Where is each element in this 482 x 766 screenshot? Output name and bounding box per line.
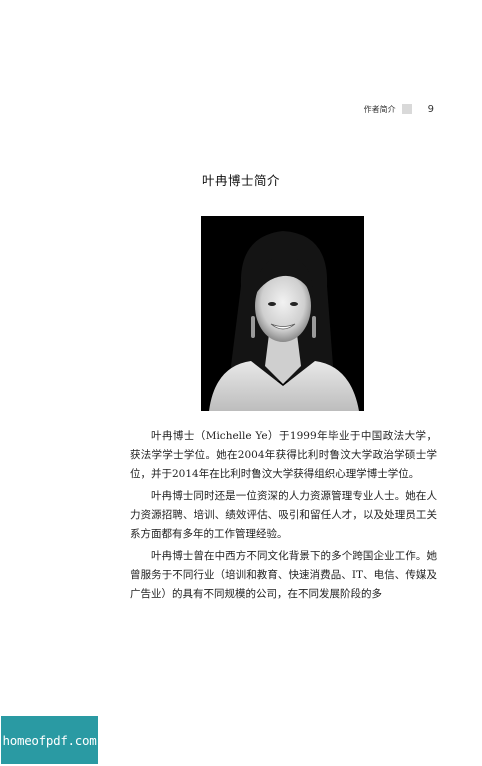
paragraph-career: 叶冉博士曾在中西方不同文化背景下的多个跨国企业工作。她曾服务于不同行业（培训和教… — [130, 550, 437, 600]
header-square-icon — [401, 104, 412, 114]
paragraph-hr-experience: 叶冉博士同时还是一位资深的人力资源管理专业人士。她在人力资源招聘、培训、绩效评估… — [130, 490, 437, 540]
running-header: 作者简介 9 — [364, 101, 434, 117]
portrait-illustration — [201, 216, 364, 411]
author-portrait — [201, 216, 364, 411]
watermark-logo: homeofpdf.com — [1, 716, 98, 764]
section-title: 作者简介 — [363, 104, 396, 114]
page-number: 9 — [427, 103, 434, 115]
page-title: 叶冉博士简介 — [201, 173, 280, 188]
biography-text: 叶冉博士（Michelle Ye）于1999年毕业于中国政法大学，获法学学士学位… — [130, 427, 437, 607]
paragraph-education: 叶冉博士（Michelle Ye）于1999年毕业于中国政法大学，获法学学士学位… — [130, 430, 437, 480]
